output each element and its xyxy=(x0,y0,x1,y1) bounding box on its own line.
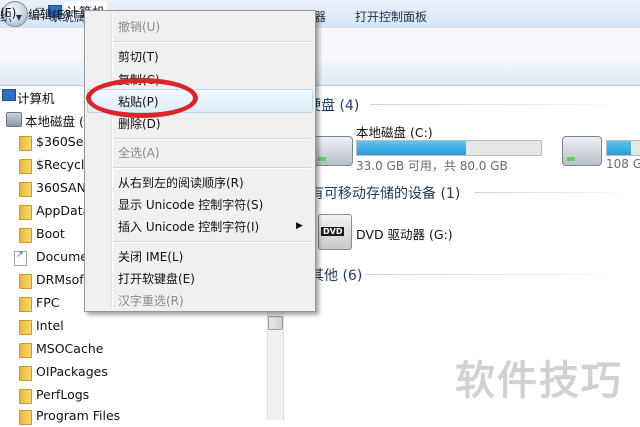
nav-scroll-thumb[interactable] xyxy=(268,316,283,330)
hard-drive-icon xyxy=(562,136,602,166)
folder-icon xyxy=(19,297,32,312)
annotation-circle xyxy=(86,78,198,118)
shortcut-icon xyxy=(14,250,27,266)
folder-icon xyxy=(19,320,32,335)
folder-icon xyxy=(19,136,32,151)
group-divider xyxy=(475,192,635,193)
nav-item-folder[interactable]: PerfLogs xyxy=(0,385,268,406)
menu-item-insert-unicode-control[interactable]: 插入 Unicode 控制字符(I) xyxy=(118,218,259,235)
menu-item-rtl-reading-order[interactable]: 从右到左的阅读顺序(R) xyxy=(118,174,244,191)
nav-item-folder[interactable]: MSOCache xyxy=(0,339,268,360)
drive-c-usage-fill xyxy=(357,141,466,155)
folder-icon xyxy=(19,366,32,381)
folder-icon xyxy=(19,159,32,174)
nav-item-folder[interactable]: OIPackages xyxy=(0,362,268,383)
nav-item-folder[interactable]: Program Files xyxy=(0,406,268,427)
folder-icon xyxy=(19,205,32,220)
dvd-drive-name[interactable]: DVD 驱动器 (G:) xyxy=(356,224,453,243)
menu-separator xyxy=(113,167,311,169)
menu-item-show-unicode-control[interactable]: 显示 Unicode 控制字符(S) xyxy=(118,196,263,213)
menu-item-cut[interactable]: 剪切(T) xyxy=(118,48,159,65)
dvd-badge: DVD xyxy=(321,227,345,236)
hard-drive-icon xyxy=(313,136,353,166)
toolbar-organize[interactable]: 织 ▾ xyxy=(0,8,22,25)
nav-item-folder[interactable]: Intel xyxy=(0,316,268,337)
menu-item-reconvert[interactable]: 汉字重选(R) xyxy=(118,292,184,309)
group-divider xyxy=(365,274,635,275)
dvd-drive-icon: DVD xyxy=(318,214,352,250)
menu-item-soft-keyboard[interactable]: 打开软键盘(E) xyxy=(118,270,195,287)
context-menu: 撤销(U) 剪切(T) 复制(C) 粘贴(P) 删除(D) 全选(A) 从右到左… xyxy=(84,10,316,312)
folder-icon xyxy=(19,274,32,289)
folder-icon xyxy=(19,343,32,358)
drive-d-usage-bar xyxy=(606,140,640,156)
drive-c-name[interactable]: 本地磁盘 (C:) xyxy=(356,122,433,141)
drive-c-size: 33.0 GB 可用，共 80.0 GB xyxy=(356,159,508,173)
computer-icon xyxy=(2,89,16,101)
toolbar-system-properties[interactable]: 系统属 xyxy=(50,8,86,25)
menu-separator xyxy=(113,241,311,243)
watermark: 软件技巧 xyxy=(455,358,623,404)
menu-item-select-all[interactable]: 全选(A) xyxy=(118,144,160,161)
toolbar-open-control-panel[interactable]: 打开控制面板 xyxy=(355,8,427,25)
drive-c-usage-bar xyxy=(356,140,542,156)
submenu-arrow-icon: ▶ xyxy=(296,221,303,231)
menu-item-close-ime[interactable]: 关闭 IME(L) xyxy=(118,248,183,265)
menu-separator xyxy=(113,138,311,140)
folder-icon xyxy=(19,228,32,243)
group-header-removable[interactable]: 有可移动存储的设备 (1) xyxy=(310,183,460,203)
menu-item-undo[interactable]: 撤销(U) xyxy=(118,18,160,35)
menu-separator xyxy=(113,41,311,43)
folder-icon xyxy=(19,182,32,197)
drive-icon xyxy=(6,112,22,127)
group-divider xyxy=(370,104,635,105)
context-menu-gutter xyxy=(111,13,113,309)
drive-d-size: 108 G xyxy=(606,157,640,171)
drive-d-usage-fill xyxy=(607,141,631,155)
folder-icon xyxy=(19,410,32,425)
folder-icon xyxy=(19,389,32,404)
group-header-other[interactable]: 其他 (6) xyxy=(310,265,362,285)
